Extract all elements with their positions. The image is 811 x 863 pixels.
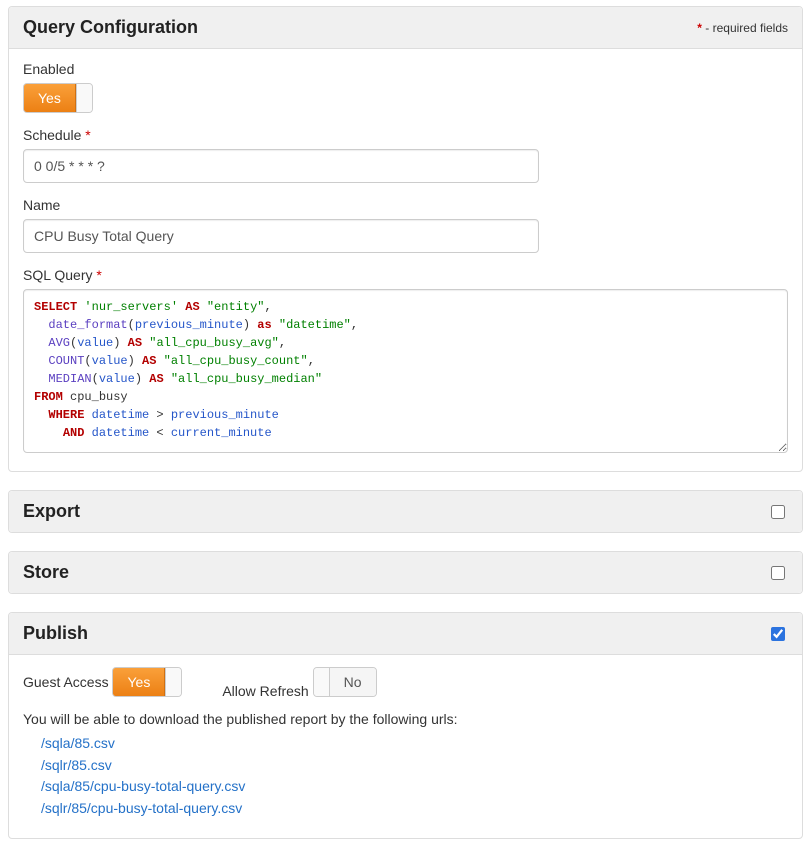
name-field: Name: [23, 197, 788, 253]
publish-checkbox[interactable]: [771, 627, 785, 641]
publish-url-link[interactable]: /sqla/85.csv: [41, 733, 788, 755]
guest-access-toggle-on-label: Yes: [113, 668, 165, 696]
publish-header[interactable]: Publish: [9, 613, 802, 655]
publish-url-link[interactable]: /sqlr/85.csv: [41, 755, 788, 777]
publish-url-link[interactable]: /sqla/85/cpu-busy-total-query.csv: [41, 776, 788, 798]
store-checkbox[interactable]: [771, 566, 785, 580]
name-label: Name: [23, 197, 788, 213]
query-config-panel: Query Configuration * - required fields …: [8, 6, 803, 472]
toggle-handle-icon: [314, 668, 330, 696]
name-input[interactable]: [23, 219, 539, 253]
export-checkbox[interactable]: [771, 505, 785, 519]
publish-body: Guest Access Yes Allow Refresh No You wi…: [9, 655, 802, 838]
publish-url-list: /sqla/85.csv /sqlr/85.csv /sqla/85/cpu-b…: [23, 733, 788, 820]
query-config-header: Query Configuration * - required fields: [9, 7, 802, 49]
schedule-field: Schedule *: [23, 127, 788, 183]
sql-field: SQL Query * SELECT 'nur_servers' AS "ent…: [23, 267, 788, 453]
store-title: Store: [23, 562, 69, 583]
allow-refresh-toggle[interactable]: No: [313, 667, 377, 697]
guest-access-field: Guest Access Yes: [23, 667, 182, 699]
allow-refresh-label: Allow Refresh: [222, 683, 308, 699]
export-header[interactable]: Export: [9, 491, 802, 532]
store-header[interactable]: Store: [9, 552, 802, 593]
schedule-label: Schedule *: [23, 127, 788, 143]
export-panel: Export: [8, 490, 803, 533]
publish-title: Publish: [23, 623, 88, 644]
schedule-input[interactable]: [23, 149, 539, 183]
store-panel: Store: [8, 551, 803, 594]
required-star-icon: *: [96, 267, 101, 283]
publish-url-note: You will be able to download the publish…: [23, 711, 788, 727]
publish-url-link[interactable]: /sqlr/85/cpu-busy-total-query.csv: [41, 798, 788, 820]
guest-access-label: Guest Access: [23, 674, 109, 690]
required-fields-note: * - required fields: [697, 21, 788, 35]
allow-refresh-toggle-off-label: No: [330, 668, 376, 696]
export-title: Export: [23, 501, 80, 522]
publish-panel: Publish Guest Access Yes Allow Refresh N…: [8, 612, 803, 839]
enabled-field: Enabled Yes: [23, 61, 788, 113]
enabled-toggle[interactable]: Yes: [23, 83, 93, 113]
publish-toggles-row: Guest Access Yes Allow Refresh No: [23, 667, 788, 699]
query-config-body: Enabled Yes Schedule * Name SQL Query * …: [9, 49, 802, 471]
required-star-icon: *: [85, 127, 90, 143]
query-config-title: Query Configuration: [23, 17, 198, 38]
guest-access-toggle[interactable]: Yes: [112, 667, 182, 697]
allow-refresh-field: Allow Refresh No: [222, 667, 376, 699]
enabled-toggle-on-label: Yes: [24, 84, 76, 112]
sql-editor[interactable]: SELECT 'nur_servers' AS "entity", date_f…: [23, 289, 788, 453]
sql-label: SQL Query *: [23, 267, 788, 283]
toggle-handle-icon: [76, 84, 92, 112]
toggle-handle-icon: [165, 668, 181, 696]
enabled-label: Enabled: [23, 61, 788, 77]
